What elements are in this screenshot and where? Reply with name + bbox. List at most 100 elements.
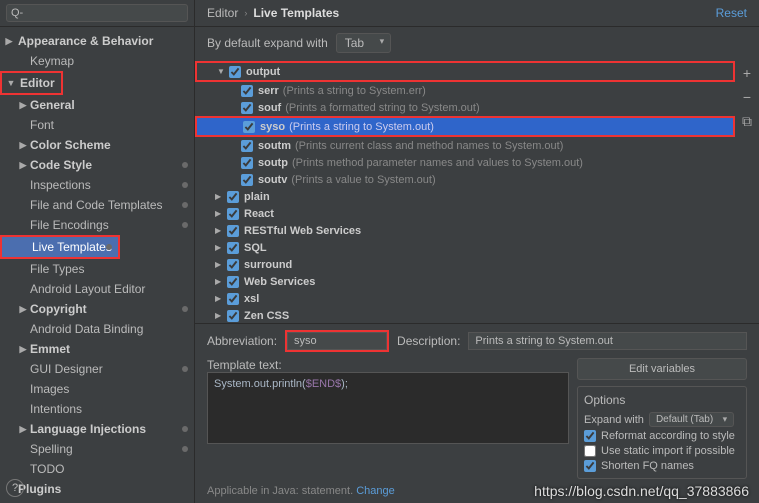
template-checkbox[interactable] [227, 276, 239, 288]
template-group-xsl[interactable]: ▶xsl [195, 290, 735, 307]
template-name: serr [258, 85, 279, 97]
template-name: RESTful Web Services [244, 225, 361, 237]
template-group-plain[interactable]: ▶plain [195, 188, 735, 205]
template-name: surround [244, 259, 292, 271]
template-item-soutv[interactable]: soutv(Prints a value to System.out) [195, 171, 735, 188]
template-checkbox[interactable] [241, 102, 253, 114]
template-item-soutp[interactable]: soutp(Prints method parameter names and … [195, 154, 735, 171]
template-item-souf[interactable]: souf(Prints a formatted string to System… [195, 99, 735, 116]
sidebar-item-live-templates[interactable]: Live Templates [2, 237, 118, 257]
sidebar-item-code-style[interactable]: ▶Code Style [0, 155, 194, 175]
template-name: output [246, 66, 280, 78]
sidebar-item-plugins[interactable]: Plugins [0, 479, 194, 499]
sidebar-item-label: Language Injections [30, 422, 146, 436]
chevron-icon: ▶ [215, 311, 227, 320]
template-group-restful-web-services[interactable]: ▶RESTful Web Services [195, 222, 735, 239]
template-item-serr[interactable]: serr(Prints a string to System.err) [195, 82, 735, 99]
sidebar-item-copyright[interactable]: ▶Copyright [0, 299, 194, 319]
reformat-checkbox[interactable] [584, 430, 596, 442]
chevron-icon: ▶ [4, 36, 14, 47]
template-group-surround[interactable]: ▶ surround [195, 256, 735, 273]
sidebar-item-android-layout-editor[interactable]: Android Layout Editor [0, 279, 194, 299]
sidebar-item-font[interactable]: Font [0, 115, 194, 135]
edit-variables-button[interactable]: Edit variables [577, 358, 747, 380]
template-checkbox[interactable] [227, 225, 239, 237]
templates-tree: ▼output serr(Prints a string to System.er… [195, 59, 735, 323]
sidebar-item-label: Code Style [30, 158, 92, 172]
sidebar-item-editor[interactable]: ▼Editor [2, 73, 61, 93]
template-checkbox[interactable] [241, 174, 253, 186]
template-name: syso [260, 121, 285, 133]
sidebar-item-label: Emmet [30, 342, 70, 356]
sidebar-item-file-encodings[interactable]: File Encodings [0, 215, 194, 235]
template-group-react[interactable]: ▶React [195, 205, 735, 222]
template-name: React [244, 208, 274, 220]
sidebar-item-images[interactable]: Images [0, 379, 194, 399]
default-expand-select[interactable]: Tab [336, 33, 391, 53]
chevron-icon: ▶ [215, 260, 227, 269]
chevron-icon: ▶ [215, 277, 227, 286]
sidebar-item-emmet[interactable]: ▶Emmet [0, 339, 194, 359]
template-group-zen-css[interactable]: ▶Zen CSS [195, 307, 735, 323]
template-checkbox[interactable] [241, 85, 253, 97]
main-panel: Editor › Live Templates Reset By default… [195, 0, 759, 503]
description-input[interactable] [468, 332, 747, 350]
change-context-link[interactable]: Change [356, 485, 395, 497]
chevron-icon: ▶ [18, 304, 28, 315]
sidebar-item-file-and-code-templates[interactable]: File and Code Templates [0, 195, 194, 215]
add-icon[interactable]: + [743, 65, 751, 81]
sidebar-item-inspections[interactable]: Inspections [0, 175, 194, 195]
template-item-syso[interactable]: syso(Prints a string to System.out) [197, 118, 733, 135]
template-detail: Abbreviation: Description: Template text… [195, 323, 759, 503]
remove-icon[interactable]: − [743, 89, 751, 105]
template-group-web-services[interactable]: ▶Web Services [195, 273, 735, 290]
sidebar-item-language-injections[interactable]: ▶Language Injections [0, 419, 194, 439]
sidebar-item-label: Live Templates [32, 240, 112, 254]
template-group-output[interactable]: ▼output [197, 63, 733, 80]
template-checkbox[interactable] [227, 310, 239, 322]
sidebar-item-todo[interactable]: TODO [0, 459, 194, 479]
template-checkbox[interactable] [241, 157, 253, 169]
sidebar-item-gui-designer[interactable]: GUI Designer [0, 359, 194, 379]
template-checkbox[interactable] [227, 293, 239, 305]
sidebar-item-label: Intentions [30, 402, 82, 416]
template-group-sql[interactable]: ▶ SQL [195, 239, 735, 256]
template-name: SQL [244, 242, 267, 254]
sidebar-item-spelling[interactable]: Spelling [0, 439, 194, 459]
description-label: Description: [397, 334, 460, 348]
chevron-icon: ▶ [215, 243, 227, 252]
expand-with-select[interactable]: Default (Tab) [649, 412, 734, 427]
shorten-fq-label: Shorten FQ names [601, 460, 694, 472]
sidebar-item-label: Android Data Binding [30, 322, 143, 336]
template-checkbox[interactable] [243, 121, 255, 133]
sidebar-item-general[interactable]: ▶General [0, 95, 194, 115]
template-item-soutm[interactable]: soutm (Prints current class and method na… [195, 137, 735, 154]
sidebar-item-color-scheme[interactable]: ▶Color Scheme [0, 135, 194, 155]
static-import-checkbox[interactable] [584, 445, 596, 457]
search-input[interactable] [6, 4, 188, 22]
default-expand-row: By default expand with Tab [195, 27, 759, 59]
help-button[interactable]: ? [6, 479, 24, 497]
modified-dot-icon [182, 426, 188, 432]
template-checkbox[interactable] [241, 140, 253, 152]
template-checkbox[interactable] [227, 208, 239, 220]
template-checkbox[interactable] [227, 191, 239, 203]
sidebar-item-android-data-binding[interactable]: Android Data Binding [0, 319, 194, 339]
sidebar-item-appearance-behavior[interactable]: ▶Appearance & Behavior [0, 31, 194, 51]
template-checkbox[interactable] [227, 259, 239, 271]
shorten-fq-checkbox[interactable] [584, 460, 596, 472]
template-text-input[interactable]: System.out.println($END$); [207, 372, 569, 444]
template-name: soutm [258, 140, 291, 152]
copy-icon[interactable]: ⧉ [742, 113, 752, 130]
sidebar-item-file-types[interactable]: File Types [0, 259, 194, 279]
template-checkbox[interactable] [227, 242, 239, 254]
modified-dot-icon [182, 306, 188, 312]
sidebar-item-keymap[interactable]: Keymap [0, 51, 194, 71]
sidebar-item-version-control[interactable]: ▶Version Control [0, 499, 194, 503]
template-checkbox[interactable] [229, 66, 241, 78]
template-desc: (Prints current class and method names t… [295, 140, 563, 152]
reset-link[interactable]: Reset [716, 6, 747, 20]
sidebar-item-intentions[interactable]: Intentions [0, 399, 194, 419]
abbreviation-input[interactable] [287, 332, 387, 350]
applicable-text: Applicable in Java: statement. Change [207, 485, 747, 497]
